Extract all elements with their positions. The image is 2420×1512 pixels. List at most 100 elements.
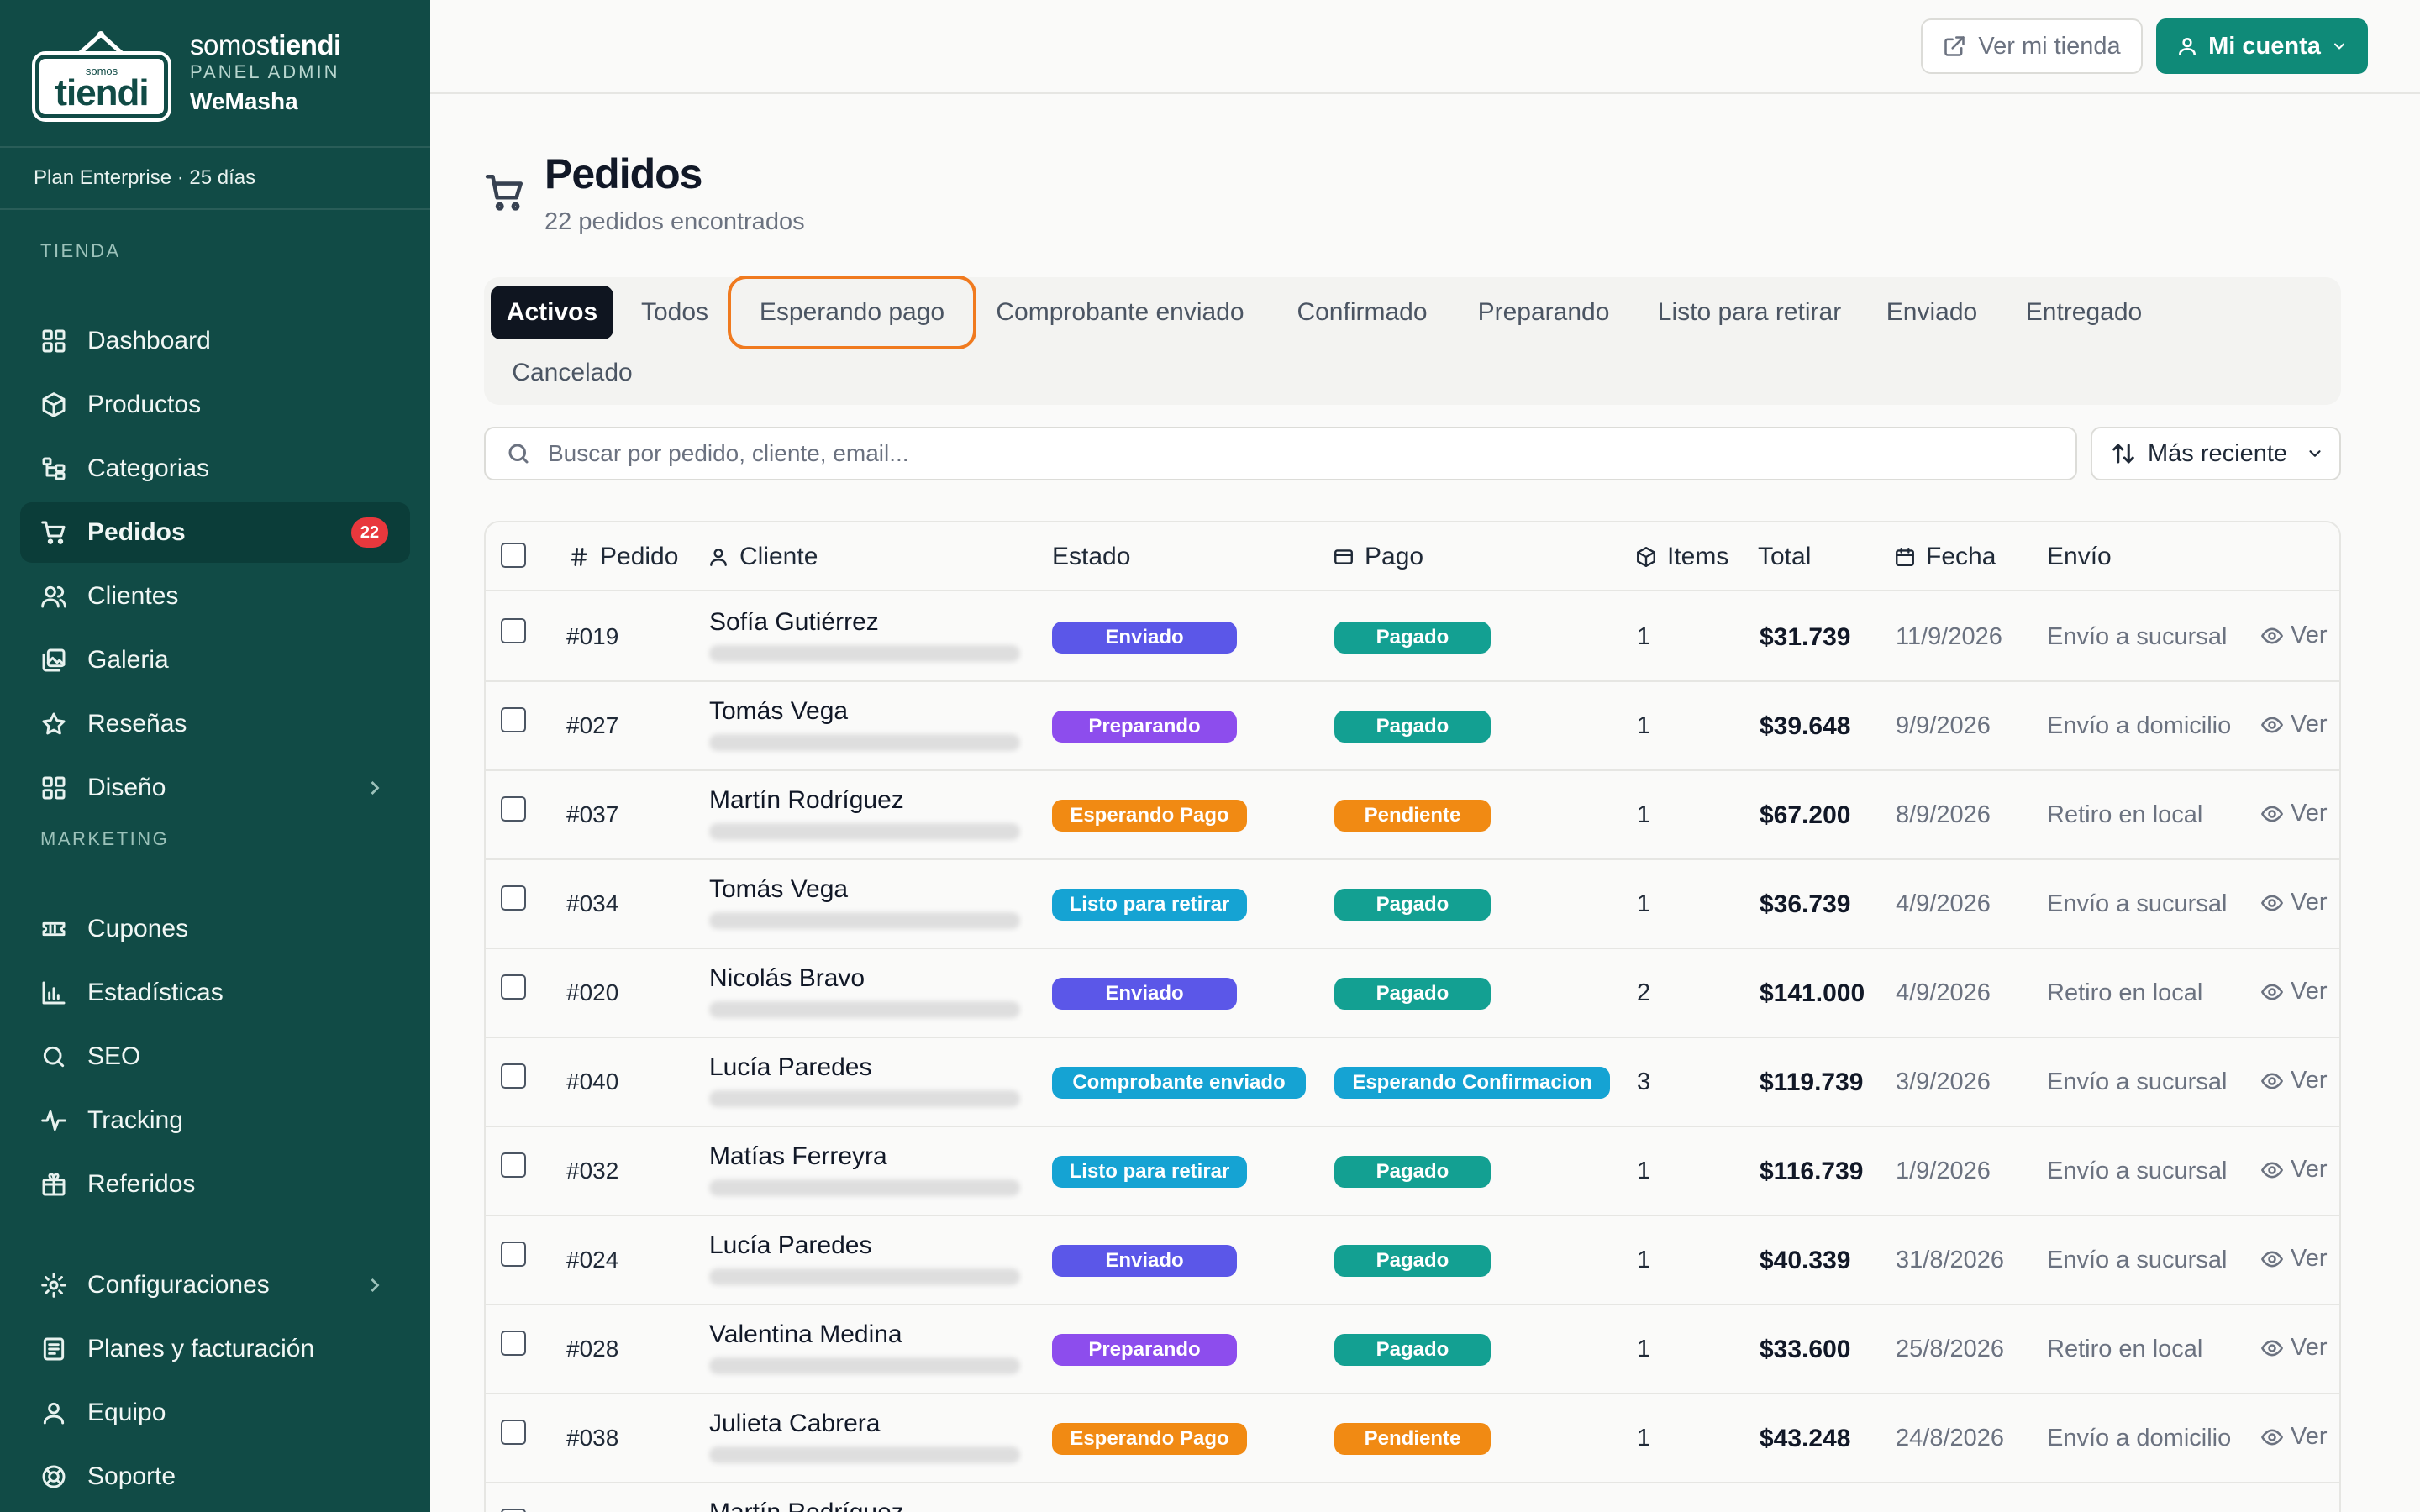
order-number: #038 bbox=[566, 1425, 619, 1451]
sidebar-item-resenas[interactable]: Reseñas bbox=[20, 694, 410, 754]
row-checkbox[interactable] bbox=[501, 1242, 526, 1267]
view-order-link[interactable]: Ver bbox=[2260, 1156, 2328, 1184]
view-order-link[interactable]: Ver bbox=[2260, 800, 2328, 827]
table-row[interactable]: #038 Julieta Cabrera Esperando Pago Pend… bbox=[486, 1394, 2339, 1483]
sidebar-item-label: Tracking bbox=[87, 1106, 183, 1134]
layout-icon bbox=[40, 774, 67, 801]
tab-todos[interactable]: Todos bbox=[625, 286, 724, 339]
header-total[interactable]: Total bbox=[1758, 543, 1811, 571]
tab-activos[interactable]: Activos bbox=[491, 286, 613, 339]
view-label: Ver bbox=[2291, 1067, 2328, 1094]
chevron-right-icon bbox=[363, 776, 387, 800]
tab-preparando[interactable]: Preparando bbox=[1464, 286, 1623, 339]
table-row[interactable]: #034 Tomás Vega Listo para retirar Pagad… bbox=[486, 860, 2339, 949]
table-row[interactable]: #019 Sofía Gutiérrez Enviado Pagado 1 $3… bbox=[486, 593, 2339, 682]
somostiendi-logo[interactable]: somos tiendi bbox=[34, 26, 170, 120]
items-count: 1 bbox=[1637, 712, 1651, 739]
table-row[interactable]: #040 Lucía Paredes Comprobante enviado E… bbox=[486, 1038, 2339, 1127]
gift-icon bbox=[40, 1171, 67, 1198]
header-items[interactable]: Items bbox=[1635, 543, 1728, 571]
eye-icon bbox=[2261, 806, 2283, 822]
sidebar-item-referidos[interactable]: Referidos bbox=[20, 1154, 410, 1215]
header-status[interactable]: Estado bbox=[1052, 543, 1130, 571]
client-name: Julieta Cabrera bbox=[709, 1410, 881, 1437]
header-client[interactable]: Cliente bbox=[708, 543, 818, 571]
tab-esperando-pago[interactable]: Esperando pago bbox=[728, 276, 976, 349]
activity-icon bbox=[40, 1107, 67, 1134]
sidebar-item-configuraciones[interactable]: Configuraciones bbox=[20, 1255, 410, 1315]
row-checkbox[interactable] bbox=[501, 1420, 526, 1445]
cart-icon bbox=[484, 171, 526, 213]
tab-entregado[interactable]: Entregado bbox=[2002, 286, 2166, 339]
sidebar-item-estadisticas[interactable]: Estadísticas bbox=[20, 963, 410, 1023]
client-name: Valentina Medina bbox=[709, 1320, 902, 1348]
shipping-method: Envío a sucursal bbox=[2047, 890, 2228, 917]
view-order-link[interactable]: Ver bbox=[2260, 1067, 2328, 1095]
sidebar-item-seo[interactable]: SEO bbox=[20, 1026, 410, 1087]
view-store-button[interactable]: Ver mi tienda bbox=[1921, 18, 2143, 74]
header-items-label: Items bbox=[1667, 543, 1729, 570]
tab-comprobante-enviado[interactable]: Comprobante enviado bbox=[980, 286, 1260, 339]
sidebar-item-equipo[interactable]: Equipo bbox=[20, 1383, 410, 1443]
row-checkbox[interactable] bbox=[501, 796, 526, 822]
order-date: 8/9/2026 bbox=[1896, 801, 1991, 828]
table-row[interactable]: #027 Tomás Vega Preparando Pagado 1 $39.… bbox=[486, 682, 2339, 771]
view-order-link[interactable]: Ver bbox=[2260, 711, 2328, 738]
table-row[interactable]: #032 Matías Ferreyra Listo para retirar … bbox=[486, 1127, 2339, 1216]
sidebar-item-planes-y-facturacion[interactable]: Planes y facturación bbox=[20, 1319, 410, 1379]
view-order-link[interactable]: Ver bbox=[2260, 1423, 2328, 1451]
row-checkbox[interactable] bbox=[501, 618, 526, 643]
sidebar-item-cupones[interactable]: Cupones bbox=[20, 899, 410, 959]
table-row[interactable]: #020 Nicolás Bravo Enviado Pagado 2 $141… bbox=[486, 949, 2339, 1038]
table-row[interactable]: #024 Lucía Paredes Enviado Pagado 1 $40.… bbox=[486, 1216, 2339, 1305]
sidebar-item-dashboard[interactable]: Dashboard bbox=[20, 311, 410, 371]
sidebar-item-clientes[interactable]: Clientes bbox=[20, 566, 410, 627]
account-button[interactable]: Mi cuenta bbox=[2156, 18, 2368, 74]
table-row[interactable]: #028 Valentina Medina Preparando Pagado … bbox=[486, 1305, 2339, 1394]
search-box[interactable] bbox=[484, 427, 2077, 480]
sidebar-item-label: Categorias bbox=[87, 454, 210, 482]
tab-listo-para-retirar[interactable]: Listo para retirar bbox=[1637, 286, 1862, 339]
logo-sign: somos tiendi bbox=[35, 55, 168, 118]
row-checkbox[interactable] bbox=[501, 707, 526, 732]
table-row[interactable]: #037 Martín Rodríguez Esperando Pago Pen… bbox=[486, 771, 2339, 860]
view-order-link[interactable]: Ver bbox=[2260, 1245, 2328, 1273]
row-checkbox[interactable] bbox=[501, 1331, 526, 1356]
sidebar-item-soporte[interactable]: Soporte bbox=[20, 1446, 410, 1507]
sidebar-item-pedidos[interactable]: Pedidos 22 bbox=[20, 502, 410, 563]
view-order-link[interactable]: Ver bbox=[2260, 889, 2328, 916]
sidebar-item-label: Estadísticas bbox=[87, 979, 224, 1006]
header-date[interactable]: Fecha bbox=[1894, 543, 1996, 571]
tab-enviado[interactable]: Enviado bbox=[1876, 286, 1988, 339]
sidebar-item-categorias[interactable]: Categorias bbox=[20, 438, 410, 499]
sidebar-item-galeria[interactable]: Galeria bbox=[20, 630, 410, 690]
search-input[interactable] bbox=[548, 440, 2044, 467]
view-order-link[interactable]: Ver bbox=[2260, 1334, 2328, 1362]
sidebar-item-productos[interactable]: Productos bbox=[20, 375, 410, 435]
sidebar-item-label: Clientes bbox=[87, 582, 179, 610]
view-order-link[interactable]: Ver bbox=[2260, 978, 2328, 1005]
header-shipping[interactable]: Envío bbox=[2047, 543, 2112, 571]
table-row[interactable]: Martín Rodríguez bbox=[486, 1483, 2339, 1512]
header-payment[interactable]: Pago bbox=[1333, 543, 1423, 571]
sidebar-item-tracking[interactable]: Tracking bbox=[20, 1090, 410, 1151]
select-all-checkbox[interactable] bbox=[501, 543, 526, 568]
row-checkbox[interactable] bbox=[501, 974, 526, 1000]
view-order-link[interactable]: Ver bbox=[2260, 622, 2328, 649]
page-title: Pedidos bbox=[544, 150, 702, 197]
sort-select[interactable]: Más reciente bbox=[2091, 427, 2341, 480]
row-checkbox[interactable] bbox=[501, 1509, 526, 1512]
sidebar-item-label: Diseño bbox=[87, 774, 166, 801]
header-order[interactable]: Pedido bbox=[568, 543, 678, 571]
tab-confirmado[interactable]: Confirmado bbox=[1274, 286, 1450, 339]
row-checkbox[interactable] bbox=[501, 885, 526, 911]
order-date: 25/8/2026 bbox=[1896, 1336, 2005, 1362]
row-checkbox[interactable] bbox=[501, 1063, 526, 1089]
row-checkbox[interactable] bbox=[501, 1152, 526, 1178]
logo-big-text: tiendi bbox=[55, 71, 149, 113]
order-total: $67.200 bbox=[1760, 801, 1851, 829]
sidebar-item-diseno[interactable]: Diseño bbox=[20, 758, 410, 818]
header-total-label: Total bbox=[1758, 543, 1812, 570]
tab-cancelado[interactable]: Cancelado bbox=[501, 346, 644, 400]
payment-badge: Esperando Confirmacion bbox=[1334, 1067, 1610, 1099]
